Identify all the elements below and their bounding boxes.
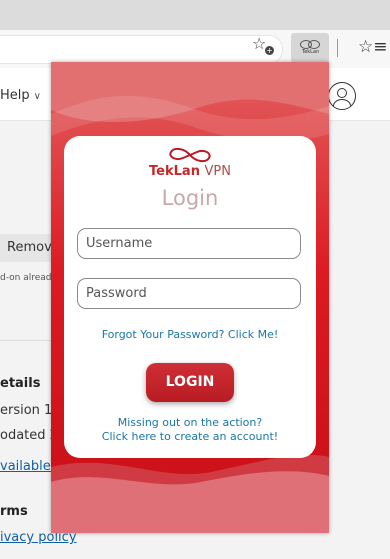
login-title: Login xyxy=(161,186,219,210)
password-input[interactable] xyxy=(77,278,301,309)
teklan-vpn-extension-button[interactable]: TekLan xyxy=(291,33,329,63)
add-favorite-icon[interactable]: ☆ + xyxy=(252,36,274,55)
forgot-password-link[interactable]: Forgot Your Password? Click Me! xyxy=(64,328,316,341)
login-button[interactable]: LOGIN xyxy=(146,363,234,402)
create-account-link[interactable]: Missing out on the action? Click here to… xyxy=(64,416,316,444)
addon-note: d-on alread xyxy=(0,273,52,283)
infinity-logo-icon xyxy=(169,147,211,163)
terms-heading: rms xyxy=(0,504,28,519)
profile-avatar-icon[interactable] xyxy=(328,82,356,110)
available-link[interactable]: vailable i xyxy=(0,459,58,474)
help-menu[interactable]: Help ∨ xyxy=(0,88,41,103)
favorites-list-icon[interactable]: ☆≡ xyxy=(358,37,387,57)
teklan-vpn-icon: TekLan xyxy=(300,39,320,55)
tab-strip xyxy=(0,0,390,30)
create-account-line: Click here to create an account! xyxy=(101,430,279,443)
remove-button[interactable]: Remov xyxy=(0,234,52,262)
toolbar-divider xyxy=(337,39,338,57)
username-input[interactable] xyxy=(77,228,301,259)
divider xyxy=(0,340,52,341)
updated-text: odated 2 xyxy=(0,428,58,443)
vpn-login-popup: TekLan VPN Login Forgot Your Password? C… xyxy=(51,62,329,533)
chevron-down-icon: ∨ xyxy=(33,91,41,102)
brand-name: TekLan VPN xyxy=(149,164,231,179)
url-field[interactable] xyxy=(0,35,283,64)
details-heading: etails xyxy=(0,376,41,391)
brand-logo: TekLan VPN xyxy=(64,146,316,182)
missing-line: Missing out on the action? xyxy=(117,416,263,429)
login-card: TekLan VPN Login Forgot Your Password? C… xyxy=(64,136,316,458)
